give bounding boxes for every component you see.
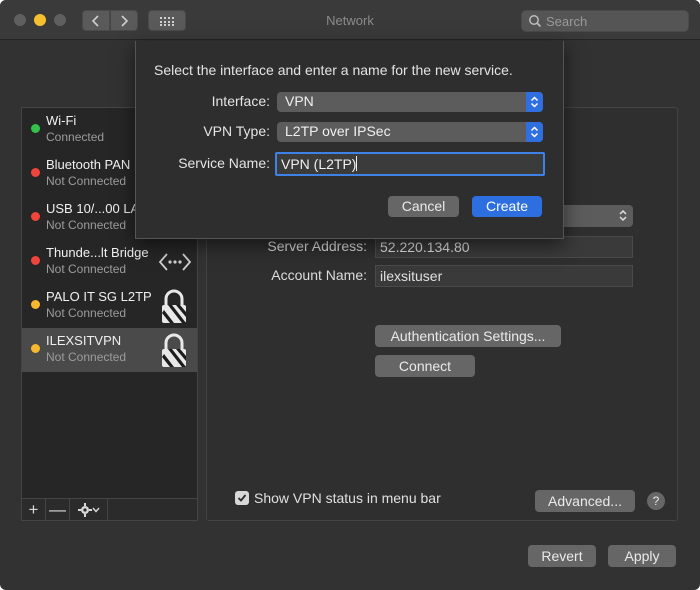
show-vpn-status-label: Show VPN status in menu bar	[254, 490, 441, 506]
status-dot	[31, 212, 40, 221]
checkmark-icon	[237, 494, 247, 502]
service-list-toolbar: + —	[21, 499, 198, 521]
service-name: USB 10/...00 LAN	[46, 201, 149, 216]
service-name-label: Service Name:	[178, 155, 270, 171]
connect-button[interactable]: Connect	[375, 355, 475, 377]
lock-icon	[162, 333, 186, 367]
vpn-type-value: L2TP over IPSec	[285, 123, 391, 139]
account-name-label: Account Name:	[271, 267, 367, 283]
up-down-arrows-icon	[619, 209, 627, 222]
service-name-field[interactable]: VPN (L2TP)	[275, 152, 545, 176]
authentication-settings-button[interactable]: Authentication Settings...	[375, 325, 561, 347]
service-status: Connected	[46, 130, 105, 144]
status-dot	[31, 168, 40, 177]
network-window: Network Search Wi-Fi Connected Bluetooth…	[0, 0, 700, 590]
create-button[interactable]: Create	[472, 196, 542, 217]
service-name: Bluetooth PAN	[46, 157, 131, 172]
service-name-value: VPN (L2TP)	[281, 156, 357, 172]
status-dot	[31, 256, 40, 265]
search-placeholder: Search	[546, 14, 588, 29]
interface-value: VPN	[285, 93, 314, 109]
service-name: PALO IT SG L2TP	[46, 289, 152, 304]
service-status: Not Connected	[46, 350, 127, 364]
service-item-palo-it-sg-l2tp[interactable]: PALO IT SG L2TP Not Connected	[22, 284, 197, 328]
interface-popup[interactable]: VPN	[277, 92, 543, 112]
service-status: Not Connected	[46, 174, 127, 188]
advanced-button[interactable]: Advanced...	[535, 490, 635, 512]
add-service-button[interactable]: +	[22, 499, 46, 520]
sheet-message: Select the interface and enter a name fo…	[154, 62, 513, 78]
server-address-field[interactable]: 52.220.134.80	[375, 236, 633, 258]
gear-icon	[77, 502, 92, 517]
text-caret	[356, 156, 358, 171]
help-button[interactable]: ?	[647, 492, 665, 510]
service-status: Not Connected	[46, 262, 127, 276]
service-item-thunderbolt-bridge[interactable]: Thunde...lt Bridge Not Connected	[22, 240, 197, 284]
service-name: Thunde...lt Bridge	[46, 245, 149, 260]
popup-stepper	[526, 122, 543, 142]
interface-label: Interface:	[211, 93, 270, 109]
account-name-field[interactable]: ilexsituser	[375, 265, 633, 287]
action-menu-button[interactable]	[70, 499, 108, 520]
remove-service-button[interactable]: —	[46, 499, 70, 520]
revert-button[interactable]: Revert	[528, 545, 596, 567]
service-status: Not Connected	[46, 218, 127, 232]
status-dot	[31, 124, 40, 133]
chevron-down-icon	[91, 507, 100, 513]
lock-icon	[162, 289, 186, 323]
up-down-arrows-icon	[530, 126, 539, 138]
vpn-type-popup[interactable]: L2TP over IPSec	[277, 122, 543, 142]
service-item-ilexsitvpn[interactable]: ILEXSITVPN Not Connected	[22, 328, 197, 372]
cancel-button[interactable]: Cancel	[388, 196, 459, 217]
vpn-type-label: VPN Type:	[203, 123, 270, 139]
status-dot	[31, 300, 40, 309]
apply-button[interactable]: Apply	[608, 545, 676, 567]
service-name: ILEXSITVPN	[46, 333, 122, 348]
server-address-label: Server Address:	[267, 238, 367, 254]
bridge-arrows-icon	[158, 253, 192, 271]
service-name: Wi-Fi	[46, 113, 77, 128]
search-icon	[529, 15, 542, 28]
search-field[interactable]: Search	[521, 10, 689, 32]
status-dot	[31, 344, 40, 353]
configuration-popup[interactable]	[560, 205, 633, 227]
up-down-arrows-icon	[530, 96, 539, 108]
service-status: Not Connected	[46, 306, 127, 320]
title-bar: Network Search	[0, 0, 700, 40]
show-vpn-status-checkbox[interactable]	[235, 491, 249, 505]
popup-stepper	[526, 92, 543, 112]
